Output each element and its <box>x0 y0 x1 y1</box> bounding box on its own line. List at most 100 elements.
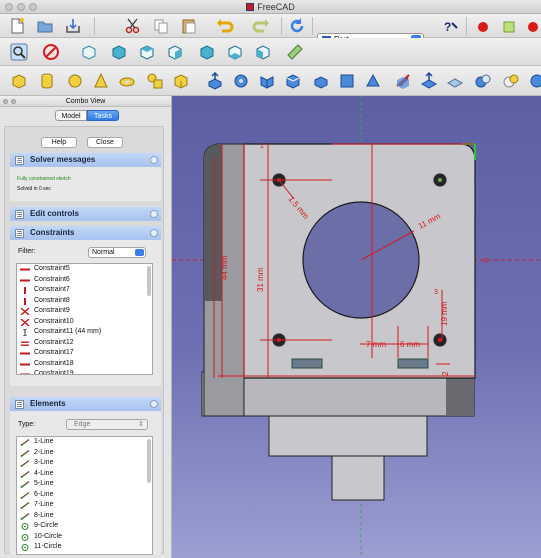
shaft-block[interactable] <box>331 455 385 501</box>
open-folder-icon[interactable] <box>36 17 54 35</box>
dim-offset-6[interactable]: 6 mm <box>400 340 420 349</box>
collapse-icon[interactable] <box>150 229 158 237</box>
list-item[interactable]: 3-Line <box>17 458 152 469</box>
list-item[interactable]: Constraint5 <box>17 264 152 275</box>
save-icon[interactable] <box>64 17 82 35</box>
list-item[interactable]: 2-Line <box>17 448 152 459</box>
filter-select[interactable]: Normal <box>88 247 146 258</box>
elements-body: Type: Edge ⇕ 1-Line 2-Line 3-Line 4-Line 5-L… <box>10 411 161 555</box>
slot-left[interactable] <box>291 358 323 369</box>
view-axonometric-icon[interactable] <box>80 43 98 61</box>
dim-total-height[interactable]: 44 mm <box>220 255 229 280</box>
list-item-label: 11-Circle <box>34 543 62 550</box>
edit-controls-header[interactable]: Edit controls <box>10 207 161 221</box>
list-item[interactable]: Constraint8 <box>17 296 152 307</box>
view-left-icon[interactable] <box>254 43 272 61</box>
part-chamfer-icon[interactable] <box>312 72 330 90</box>
part-fillet-icon[interactable] <box>284 72 302 90</box>
record-macro-icon[interactable] <box>474 17 492 35</box>
list-item[interactable]: Constraint7 <box>17 285 152 296</box>
part-primitives-icon[interactable] <box>146 72 164 90</box>
view-front-icon[interactable] <box>110 43 128 61</box>
list-item[interactable]: 7-Line <box>17 500 152 511</box>
list-item[interactable]: Constraint19 <box>17 369 152 374</box>
close-button[interactable]: Close <box>87 137 123 148</box>
list-item[interactable]: Constraint6 <box>17 275 152 286</box>
collapse-icon[interactable] <box>150 400 158 408</box>
float-panel-icon[interactable] <box>11 99 16 104</box>
constraints-list[interactable]: Constraint5 Constraint6 Constraint7 Constra… <box>16 263 153 375</box>
part-sphere-icon[interactable] <box>66 72 84 90</box>
list-item[interactable]: 8-Line <box>17 511 152 522</box>
dim-hole-spacing[interactable]: 31 mm <box>256 267 265 292</box>
elements-header[interactable]: Elements <box>10 397 161 411</box>
part-revolve-icon[interactable] <box>232 72 250 90</box>
list-item[interactable]: Constraint17 <box>17 348 152 359</box>
dim-offset-7[interactable]: 7 mm <box>366 340 386 349</box>
redo-icon[interactable] <box>252 17 270 35</box>
dim-offset-19[interactable]: 19 mm <box>440 301 449 326</box>
list-item[interactable]: 6-Line <box>17 490 152 501</box>
list-item[interactable]: Constraint12 <box>17 338 152 349</box>
list-item[interactable]: Constraint18 <box>17 359 152 370</box>
view-right-icon[interactable] <box>166 43 184 61</box>
collapse-icon[interactable] <box>150 156 158 164</box>
part-extrude-icon[interactable] <box>206 72 224 90</box>
help-button[interactable]: Help <box>41 137 77 148</box>
part-sweep-icon[interactable] <box>420 72 438 90</box>
copy-icon[interactable] <box>152 17 170 35</box>
dim-offset-2[interactable]: 2 <box>441 371 450 376</box>
list-item[interactable]: 4-Line <box>17 469 152 480</box>
list-item[interactable]: Constraint10 <box>17 317 152 328</box>
slot-right[interactable] <box>397 358 429 369</box>
elements-list[interactable]: 1-Line 2-Line 3-Line 4-Line 5-Line 6-Line 7-Li… <box>16 436 153 555</box>
lower-block[interactable] <box>268 415 428 457</box>
horizontal-icon <box>20 279 30 281</box>
part-common-icon[interactable] <box>502 72 520 90</box>
stop-macro-icon[interactable] <box>500 17 518 35</box>
tab-tasks[interactable]: Tasks <box>87 110 119 121</box>
close-panel-icon[interactable] <box>3 99 8 104</box>
line-icon <box>20 449 30 457</box>
constraints-header[interactable]: Constraints <box>10 226 161 240</box>
execute-macro-icon[interactable] <box>524 17 541 35</box>
list-item[interactable]: Constraint9 <box>17 306 152 317</box>
view-bottom-icon[interactable] <box>226 43 244 61</box>
part-ruled-surface-icon[interactable] <box>364 72 382 90</box>
part-cut-icon[interactable] <box>528 72 541 90</box>
part-cylinder-icon[interactable] <box>38 72 56 90</box>
list-item[interactable]: 9-Circle <box>17 521 152 532</box>
whats-this-icon[interactable]: ? <box>441 17 459 35</box>
3d-view[interactable]: 1.5 mm 11 mm 44 mm 31 mm 7 mm 6 mm 19 mm… <box>172 96 541 558</box>
part-torus-icon[interactable] <box>118 72 136 90</box>
list-item[interactable]: 1-Line <box>17 437 152 448</box>
part-make-face-icon[interactable] <box>338 72 356 90</box>
solver-messages-header[interactable]: Solver messages <box>10 153 161 167</box>
list-item[interactable]: 11-Circle <box>17 542 152 553</box>
list-item[interactable]: 5-Line <box>17 479 152 490</box>
part-section-icon[interactable] <box>446 72 464 90</box>
paste-icon[interactable] <box>180 17 198 35</box>
fit-all-icon[interactable] <box>10 43 28 61</box>
part-box-icon[interactable] <box>10 72 28 90</box>
list-item[interactable]: Constraint11 (44 mm) <box>17 327 152 338</box>
sketch-canvas[interactable]: 1.5 mm 11 mm 44 mm 31 mm 7 mm 6 mm 19 mm… <box>172 96 541 558</box>
part-shape-builder-icon[interactable] <box>172 72 190 90</box>
undo-icon[interactable] <box>216 17 234 35</box>
part-loft-icon[interactable] <box>394 72 412 90</box>
view-top-icon[interactable] <box>138 43 156 61</box>
measure-distance-icon[interactable] <box>286 43 304 61</box>
expand-icon[interactable] <box>150 210 158 218</box>
refresh-icon[interactable] <box>288 17 306 35</box>
draw-style-icon[interactable] <box>42 43 60 61</box>
tab-model[interactable]: Model <box>55 110 87 121</box>
part-cone-icon[interactable] <box>92 72 110 90</box>
new-document-icon[interactable] <box>8 17 26 35</box>
list-item[interactable]: 10-Circle <box>17 532 152 543</box>
list-item-label: Constraint12 <box>34 338 74 346</box>
cut-icon[interactable] <box>124 17 142 35</box>
view-rear-icon[interactable] <box>198 43 216 61</box>
part-union-icon[interactable] <box>474 72 492 90</box>
part-mirror-icon[interactable] <box>258 72 276 90</box>
type-select[interactable]: Edge ⇕ <box>66 419 148 430</box>
